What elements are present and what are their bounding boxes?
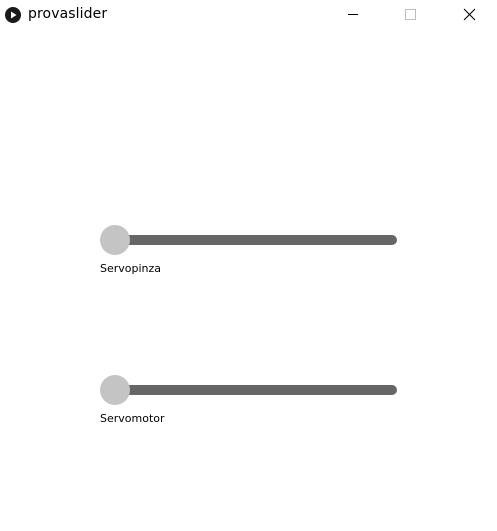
slider-handle[interactable]	[100, 375, 130, 405]
maximize-icon	[405, 9, 416, 20]
play-circle-icon	[5, 7, 21, 23]
slider-track[interactable]	[114, 385, 397, 395]
title-bar[interactable]: provaslider	[0, 0, 497, 31]
window-title: provaslider	[28, 6, 108, 22]
servomotor-label: Servomotor	[100, 412, 165, 425]
servopinza-slider[interactable]	[100, 225, 400, 255]
app-window: provaslider Servopinza Servomotor	[0, 0, 497, 531]
minimize-icon	[348, 14, 358, 15]
slider-handle[interactable]	[100, 225, 130, 255]
servopinza-label: Servopinza	[100, 262, 162, 275]
maximize-button[interactable]	[387, 0, 433, 31]
slider-track[interactable]	[114, 235, 397, 245]
minimize-button[interactable]	[330, 0, 376, 31]
servomotor-slider[interactable]	[100, 375, 400, 405]
close-button[interactable]	[446, 0, 492, 31]
close-icon	[463, 8, 476, 21]
